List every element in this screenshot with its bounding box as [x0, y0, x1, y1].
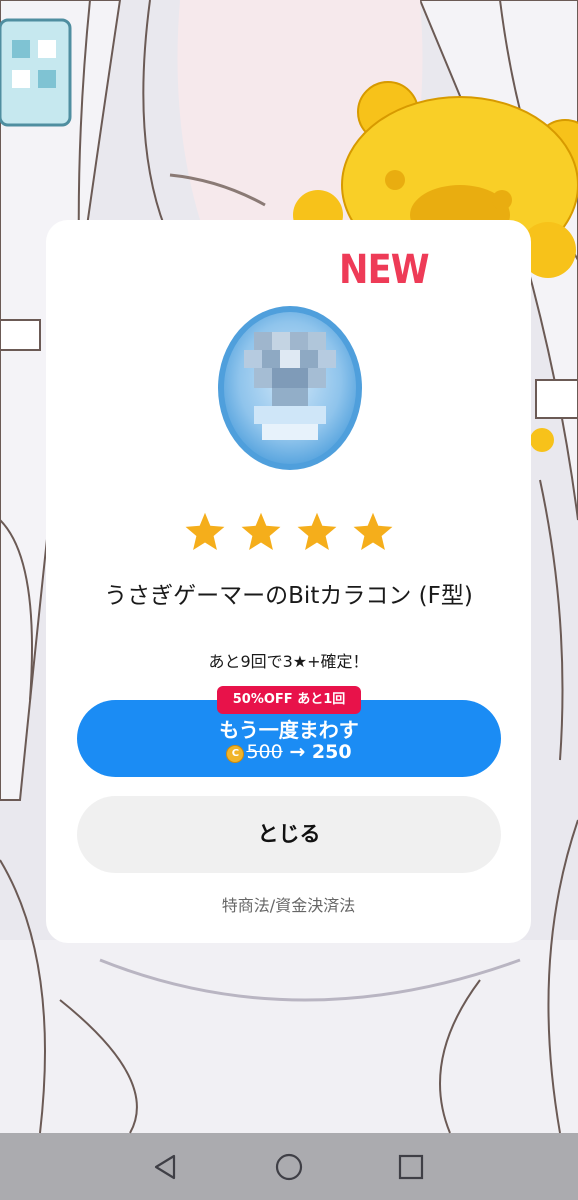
recents-icon[interactable] [393, 1149, 429, 1185]
legal-notice-link[interactable]: 特商法/資金決済法 [46, 892, 531, 916]
home-icon[interactable] [271, 1149, 307, 1185]
star-icon [241, 512, 281, 550]
rarity-stars [183, 510, 399, 556]
star-icon [297, 512, 337, 550]
price-row: C 500 → 250 [77, 741, 501, 763]
star-icon [353, 512, 393, 550]
gacha-result-dialog: NEW うさぎゲーマーのBitカラコン (F型) あと9回で3★+確定！ 50%… [46, 220, 531, 943]
coin-icon: C [226, 745, 245, 763]
star-icon [185, 512, 225, 550]
guarantee-notice: あと9回で3★+確定！ [208, 652, 369, 671]
back-icon[interactable] [148, 1149, 184, 1185]
original-price: 500 [246, 741, 283, 763]
discounted-price: 250 [311, 741, 352, 763]
item-name: うさぎゲーマーのBitカラコン (F型) [104, 583, 473, 609]
close-button[interactable]: とじる [77, 796, 501, 873]
price-arrow: → [289, 741, 306, 763]
discount-badge: 50%OFF あと1回 [217, 686, 361, 714]
new-badge: NEW [339, 247, 430, 293]
system-navigation-bar [0, 1133, 578, 1200]
spin-again-label: もう一度まわす [219, 718, 359, 742]
item-thumbnail [214, 302, 366, 474]
